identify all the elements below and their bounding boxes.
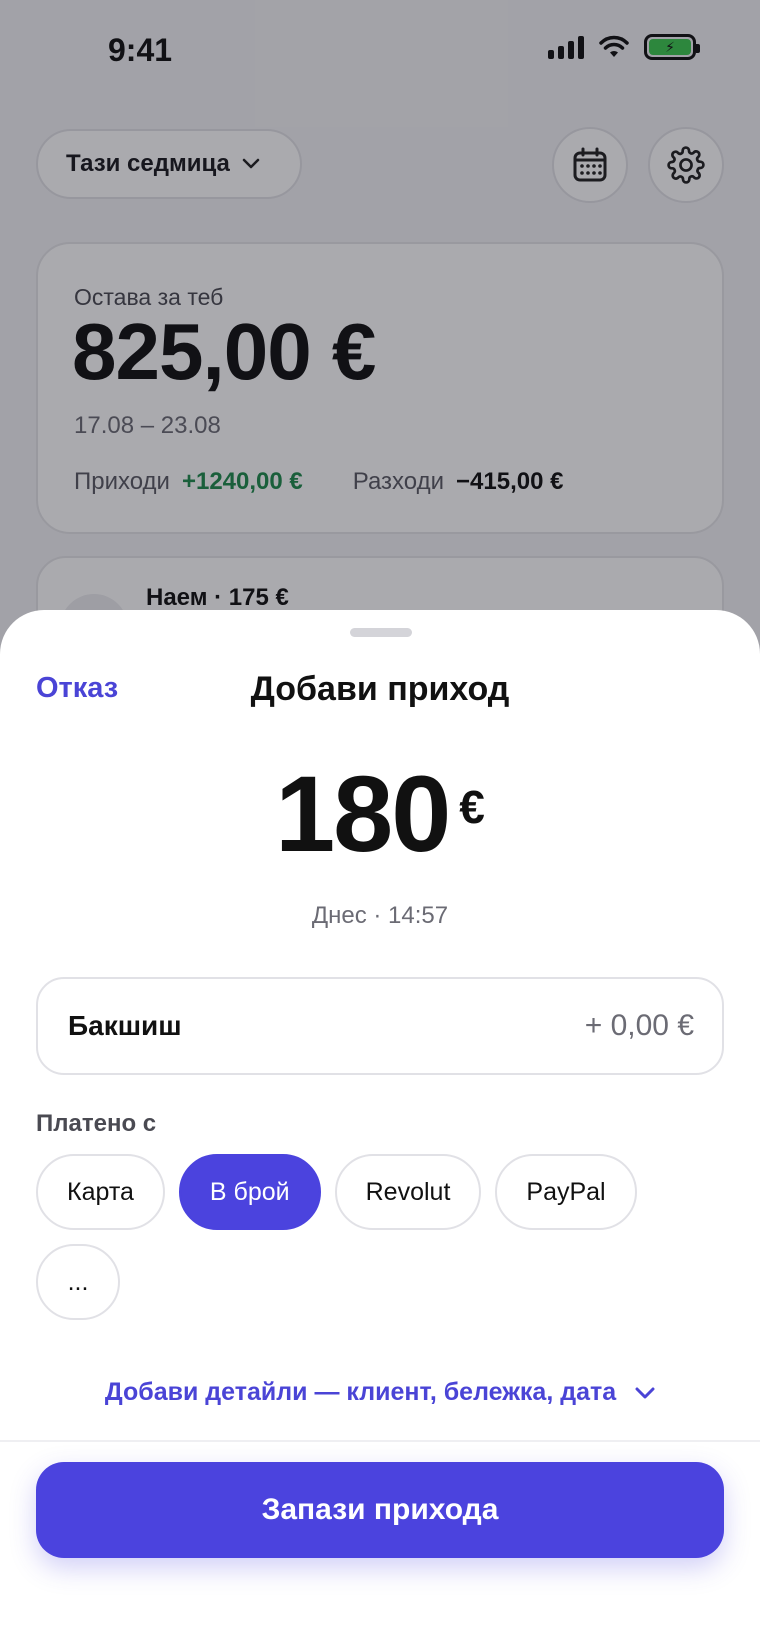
add-income-sheet: Отказ Добави приход 180 € Днес · 14:57 Б…: [0, 610, 760, 1647]
sheet-grabber[interactable]: [350, 628, 412, 637]
tip-field[interactable]: Бакшиш + 0,00 €: [36, 977, 724, 1075]
sheet-title: Добави приход: [250, 670, 510, 708]
payment-chip-more[interactable]: ...: [36, 1244, 120, 1320]
amount-display[interactable]: 180 €: [0, 760, 760, 868]
date-time[interactable]: Днес · 14:57: [0, 902, 760, 930]
chevron-down-icon: [635, 1387, 655, 1399]
payment-chip-card[interactable]: Карта: [36, 1154, 165, 1230]
tip-label: Бакшиш: [68, 1010, 182, 1041]
tip-value: + 0,00 €: [584, 1009, 694, 1042]
divider: [0, 1440, 760, 1442]
save-income-button[interactable]: Запази прихода: [36, 1462, 724, 1558]
amount-value: 180: [275, 753, 451, 874]
add-details-label: Добави детайли — клиент, бележка, дата: [104, 1378, 617, 1406]
payment-method-chips: Карта В брой Revolut PayPal ...: [36, 1154, 726, 1320]
payment-chip-paypal[interactable]: PayPal: [495, 1154, 637, 1230]
add-details-link[interactable]: Добави детайли — клиент, бележка, дата: [0, 1378, 760, 1407]
paid-with-label: Платено с: [36, 1110, 157, 1137]
currency-symbol: €: [459, 781, 485, 833]
payment-chip-cash[interactable]: В брой: [178, 1154, 321, 1230]
payment-chip-revolut[interactable]: Revolut: [334, 1154, 482, 1230]
